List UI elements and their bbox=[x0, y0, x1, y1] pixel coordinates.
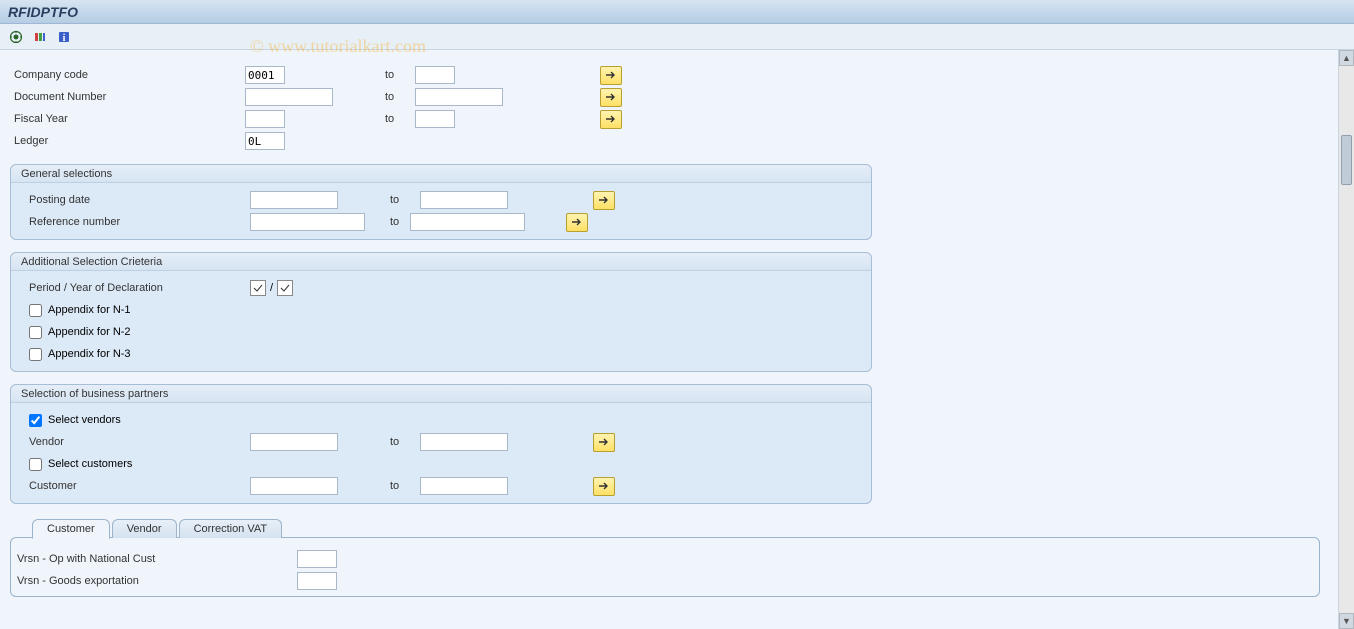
reference-number-from[interactable] bbox=[250, 213, 365, 231]
label-posting-date: Posting date bbox=[15, 194, 250, 206]
tab-correction-vat[interactable]: Correction VAT bbox=[179, 519, 283, 538]
checkbox-select-vendors[interactable] bbox=[29, 414, 42, 427]
label-customer: Customer bbox=[15, 480, 250, 492]
reference-number-to[interactable] bbox=[410, 213, 525, 231]
checkbox-appendix-n2[interactable] bbox=[29, 326, 42, 339]
row-appendix-n3: Appendix for N-3 bbox=[15, 343, 867, 365]
fiscal-year-to[interactable] bbox=[415, 110, 455, 128]
row-vendor: Vendor to bbox=[15, 431, 867, 453]
label-appendix-n3: Appendix for N-3 bbox=[48, 348, 131, 360]
label-appendix-n1: Appendix for N-1 bbox=[48, 304, 131, 316]
label-vrsn-national-cust: Vrsn - Op with National Cust bbox=[17, 553, 297, 565]
row-select-vendors: Select vendors bbox=[15, 409, 867, 431]
row-company-code: Company code to bbox=[10, 64, 1328, 86]
checkbox-select-customers[interactable] bbox=[29, 458, 42, 471]
group-title-general: General selections bbox=[11, 165, 871, 183]
row-document-number: Document Number to bbox=[10, 86, 1328, 108]
label-document-number: Document Number bbox=[10, 91, 245, 103]
tab-area: Customer Vendor Correction VAT Vrsn - Op… bbox=[10, 518, 1320, 597]
label-reference-number: Reference number bbox=[15, 216, 250, 228]
label-period-year: Period / Year of Declaration bbox=[15, 282, 250, 294]
vendor-to[interactable] bbox=[420, 433, 508, 451]
label-select-vendors: Select vendors bbox=[48, 414, 121, 426]
vendor-from[interactable] bbox=[250, 433, 338, 451]
title-bar: RFIDPTFO bbox=[0, 0, 1354, 24]
svg-text:i: i bbox=[63, 33, 66, 44]
label-select-customers: Select customers bbox=[48, 458, 132, 470]
customer-from[interactable] bbox=[250, 477, 338, 495]
more-fiscal-year[interactable] bbox=[600, 110, 622, 129]
more-customer[interactable] bbox=[593, 477, 615, 496]
row-posting-date: Posting date to bbox=[15, 189, 867, 211]
tab-body: Vrsn - Op with National Cust Vrsn - Good… bbox=[10, 537, 1320, 597]
vertical-scrollbar[interactable]: ▲ ▼ bbox=[1338, 50, 1354, 629]
tab-strip: Customer Vendor Correction VAT bbox=[10, 518, 1320, 537]
page-title: RFIDPTFO bbox=[8, 4, 78, 20]
period-input[interactable] bbox=[250, 280, 266, 296]
row-select-customers: Select customers bbox=[15, 453, 867, 475]
label-fiscal-year: Fiscal Year bbox=[10, 113, 245, 125]
checkbox-appendix-n1[interactable] bbox=[29, 304, 42, 317]
ledger-value[interactable] bbox=[245, 132, 285, 150]
label-vrsn-goods-exportation: Vrsn - Goods exportation bbox=[17, 575, 297, 587]
scroll-up-icon[interactable]: ▲ bbox=[1339, 50, 1354, 66]
row-vrsn-national-cust: Vrsn - Op with National Cust bbox=[17, 548, 1313, 570]
tab-customer[interactable]: Customer bbox=[32, 519, 110, 539]
execute-icon[interactable] bbox=[6, 28, 26, 46]
label-appendix-n2: Appendix for N-2 bbox=[48, 326, 131, 338]
company-code-to[interactable] bbox=[415, 66, 455, 84]
posting-date-to[interactable] bbox=[420, 191, 508, 209]
label-company-code: Company code bbox=[10, 69, 245, 81]
row-customer: Customer to bbox=[15, 475, 867, 497]
to-label: to bbox=[375, 69, 415, 81]
posting-date-from[interactable] bbox=[250, 191, 338, 209]
more-document-number[interactable] bbox=[600, 88, 622, 107]
document-number-from[interactable] bbox=[245, 88, 333, 106]
group-title-additional: Additional Selection Crieteria bbox=[11, 253, 871, 271]
group-title-partners: Selection of business partners bbox=[11, 385, 871, 403]
label-vendor: Vendor bbox=[15, 436, 250, 448]
more-posting-date[interactable] bbox=[593, 191, 615, 210]
toolbar: i bbox=[0, 24, 1354, 50]
year-input[interactable] bbox=[277, 280, 293, 296]
info-icon[interactable]: i bbox=[54, 28, 74, 46]
scroll-down-icon[interactable]: ▼ bbox=[1339, 613, 1354, 629]
row-period-year: Period / Year of Declaration / bbox=[15, 277, 867, 299]
variants-icon[interactable] bbox=[30, 28, 50, 46]
group-additional-criteria: Additional Selection Crieteria Period / … bbox=[10, 252, 872, 372]
more-company-code[interactable] bbox=[600, 66, 622, 85]
row-ledger: Ledger bbox=[10, 130, 1328, 152]
row-vrsn-goods-exportation: Vrsn - Goods exportation bbox=[17, 570, 1313, 592]
document-number-to[interactable] bbox=[415, 88, 503, 106]
company-code-from[interactable] bbox=[245, 66, 285, 84]
content-area: Company code to Document Number to Fisca… bbox=[0, 50, 1338, 629]
row-fiscal-year: Fiscal Year to bbox=[10, 108, 1328, 130]
checkbox-appendix-n3[interactable] bbox=[29, 348, 42, 361]
group-general-selections: General selections Posting date to Refer… bbox=[10, 164, 872, 240]
group-business-partners: Selection of business partners Select ve… bbox=[10, 384, 872, 504]
vrsn-national-cust-value[interactable] bbox=[297, 550, 337, 568]
row-reference-number: Reference number to bbox=[15, 211, 867, 233]
more-reference-number[interactable] bbox=[566, 213, 588, 232]
fiscal-year-from[interactable] bbox=[245, 110, 285, 128]
more-vendor[interactable] bbox=[593, 433, 615, 452]
row-appendix-n1: Appendix for N-1 bbox=[15, 299, 867, 321]
tab-vendor[interactable]: Vendor bbox=[112, 519, 177, 538]
label-ledger: Ledger bbox=[10, 135, 245, 147]
row-appendix-n2: Appendix for N-2 bbox=[15, 321, 867, 343]
customer-to[interactable] bbox=[420, 477, 508, 495]
vrsn-goods-exportation-value[interactable] bbox=[297, 572, 337, 590]
scroll-thumb[interactable] bbox=[1341, 135, 1352, 185]
